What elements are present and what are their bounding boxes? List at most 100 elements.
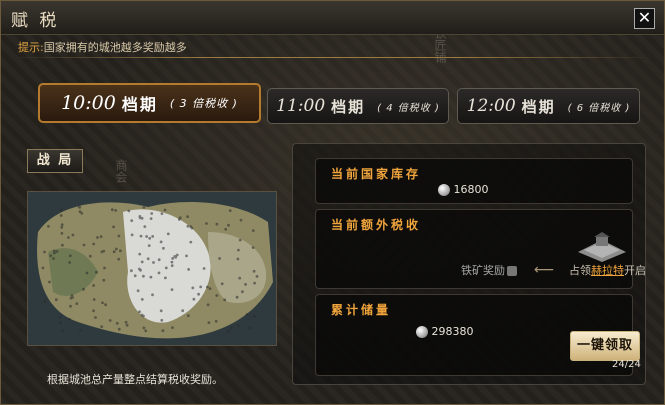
city-dot — [61, 243, 64, 247]
city-dot — [136, 289, 140, 293]
city-dot — [202, 267, 206, 270]
city-dot — [215, 294, 219, 297]
silver-coin-icon — [438, 184, 450, 196]
city-dot — [251, 246, 255, 249]
city-dot — [55, 250, 59, 253]
city-dot — [150, 212, 154, 215]
city-dot — [164, 266, 168, 270]
city-dot — [70, 294, 74, 297]
city-dot — [82, 243, 86, 247]
city-dot — [142, 206, 146, 209]
city-dot — [159, 240, 163, 244]
close-icon[interactable]: ✕ — [634, 8, 655, 29]
city-dot — [43, 250, 46, 254]
city-dot — [162, 246, 165, 250]
tab-time: 10:00 — [61, 92, 116, 114]
tab-multiplier: ( 4 倍税收 ) — [377, 102, 440, 114]
city-dot — [223, 298, 227, 302]
city-dot — [170, 288, 174, 291]
city-dot — [88, 254, 92, 258]
national-stock-box: 当前国家库存 16800 — [315, 158, 633, 204]
title-bar: 赋 税 ✕ — [1, 1, 664, 35]
city-dot — [227, 223, 230, 227]
national-stock-value-wrap: 16800 — [438, 183, 489, 196]
iron-badge-icon — [507, 266, 517, 276]
city-dot — [166, 232, 170, 236]
national-stock-value: 16800 — [453, 183, 489, 196]
city-dot — [147, 244, 151, 247]
city-dot — [175, 253, 179, 257]
city-dot — [79, 328, 82, 332]
silver-coin-icon — [416, 326, 428, 338]
city-dot — [59, 214, 63, 217]
city-dot — [186, 224, 190, 228]
city-dot — [245, 313, 249, 316]
city-dot — [181, 309, 185, 313]
world-map[interactable] — [27, 191, 277, 346]
city-dot — [67, 236, 70, 239]
city-dot — [82, 287, 85, 291]
divider — [11, 57, 654, 58]
city-dot — [69, 304, 72, 308]
city-dot — [187, 268, 191, 271]
city-dot — [78, 210, 82, 214]
city-dot — [151, 293, 154, 297]
bg-decoration: 商会 — [114, 159, 128, 183]
city-dot — [119, 249, 122, 253]
city-dot — [85, 271, 89, 275]
window-title: 赋 税 — [11, 11, 60, 31]
city-dot — [151, 235, 155, 238]
battle-status-button[interactable]: 战 局 — [27, 149, 83, 173]
city-dot — [218, 257, 222, 260]
city-dot — [139, 234, 143, 238]
city-dot — [192, 297, 196, 301]
city-dot — [236, 257, 240, 261]
city-dot — [241, 290, 244, 294]
city-dot — [224, 227, 228, 231]
city-dot — [226, 330, 230, 333]
tax-window: 铁匠铺 商会 赋 税 ✕ 提示:国家拥有的城池越多奖励越多 10:00 档期 (… — [0, 0, 665, 405]
city-dot — [112, 225, 115, 229]
city-dot — [239, 218, 243, 222]
city-dot — [96, 236, 99, 239]
city-dot — [41, 266, 45, 270]
city-dot — [235, 295, 239, 299]
city-dot — [58, 315, 62, 319]
city-dot — [251, 229, 255, 232]
city-dot — [252, 269, 256, 273]
city-dot — [152, 261, 155, 264]
city-dot — [185, 254, 188, 258]
tab-word: 档期 — [121, 95, 158, 114]
city-dot — [207, 321, 211, 324]
city-dot — [61, 329, 65, 333]
city-dot — [144, 329, 148, 333]
accumulated-value-wrap: 298380 — [416, 325, 474, 338]
city-dot — [170, 264, 174, 267]
city-dot — [145, 235, 148, 238]
city-dot — [208, 287, 212, 290]
city-dot — [52, 249, 56, 253]
city-dot — [71, 233, 75, 237]
city-dot — [103, 266, 106, 270]
city-link[interactable]: 赫拉特 — [591, 264, 624, 277]
tab-time: 12:00 — [466, 96, 516, 116]
city-dot — [117, 327, 121, 331]
city-dot — [163, 208, 167, 212]
hint-text: 提示:国家拥有的城池越多奖励越多 — [18, 39, 187, 55]
city-dot — [99, 235, 103, 238]
iron-reward: 铁矿奖励 — [461, 262, 517, 278]
tab-1100[interactable]: 11:00 档期 ( 4 倍税收 ) — [267, 88, 449, 124]
tab-1000[interactable]: 10:00 档期 ( 3 倍税收 ) — [38, 83, 261, 123]
city-dot — [140, 313, 144, 317]
city-dot — [255, 275, 259, 278]
city-dot — [47, 224, 50, 228]
city-dot — [60, 231, 64, 235]
tab-multiplier: ( 3 倍税收 ) — [169, 97, 238, 110]
city-dot — [117, 234, 121, 238]
tab-1200[interactable]: 12:00 档期 ( 6 倍税收 ) — [457, 88, 640, 124]
city-dot — [248, 326, 252, 330]
claim-all-button[interactable]: 一键领取 — [570, 331, 640, 361]
city-dot — [54, 298, 58, 302]
city-dot — [238, 238, 242, 242]
extra-tax-title: 当前额外税收 — [331, 218, 422, 232]
